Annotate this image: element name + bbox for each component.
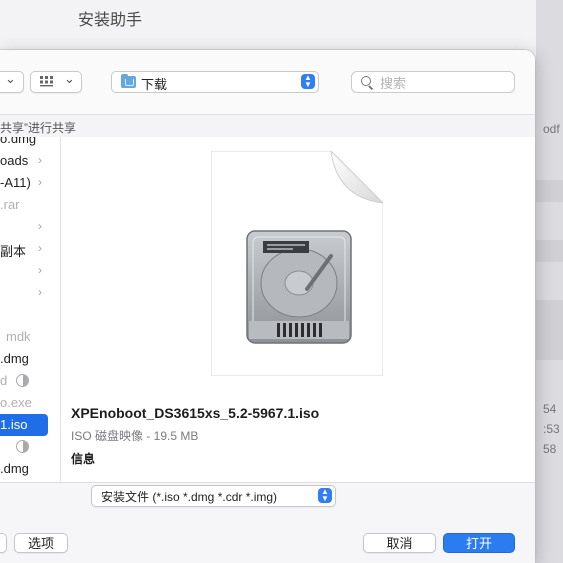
list-item-label: .dmg (0, 461, 29, 476)
location-label: 下载 (141, 77, 168, 92)
location-popup[interactable]: 下载 ▲ ▼ (111, 71, 319, 93)
list-item-label: .dmg (0, 351, 29, 366)
preview-file-meta: ISO 磁盘映像 - 19.5 MB (71, 429, 199, 443)
sharing-notice: 共享”进行共享 (0, 121, 76, 135)
chevron-right-icon: › (38, 263, 42, 277)
chevron-down-icon: ⌄ (64, 71, 75, 86)
dialog-footer: 安装文件 (*.iso *.dmg *.cdr *.img) ▲ ▼ 选项 取消 … (0, 482, 535, 563)
up-down-stepper-icon: ▲ ▼ (318, 488, 332, 503)
grid-view-icon (40, 76, 53, 87)
file-type-label: 安装文件 (*.iso *.dmg *.cdr *.img) (101, 490, 278, 504)
list-item[interactable]: › (0, 216, 60, 238)
file-type-popup[interactable]: 安装文件 (*.iso *.dmg *.cdr *.img) ▲ ▼ (91, 485, 336, 507)
chevron-right-icon: › (38, 285, 42, 299)
disk-image-file-icon (211, 151, 383, 376)
chevron-right-icon: › (38, 153, 42, 167)
search-icon (361, 76, 371, 86)
list-item[interactable]: o.dmg (0, 137, 60, 150)
options-button[interactable]: 选项 (14, 533, 68, 553)
open-button[interactable]: 打开 (443, 533, 515, 553)
list-item[interactable] (0, 436, 60, 458)
dialog-toolbar: ⌄ ⌄ 下载 ▲ ▼ (0, 50, 535, 114)
background-text: 58 (543, 442, 557, 456)
list-item-label: 1.iso (0, 417, 28, 432)
background-text: :53 (543, 422, 560, 436)
list-item-label: mdk (6, 329, 31, 344)
list-item[interactable]: › (0, 260, 60, 282)
list-item[interactable]: d (0, 370, 60, 392)
list-item-label: o.dmg (0, 137, 37, 146)
list-item-label: oads (0, 153, 29, 168)
file-preview-pane: XPEnoboot_DS3615xs_5.2-5967.1.iso ISO 磁盘… (61, 137, 535, 482)
list-item-label: -A11) (0, 175, 31, 190)
group-by-button[interactable]: ⌄ (30, 71, 82, 93)
file-browser-column: o.dmg oads › -A11) › .rar › 副本 › › › mdk .d… (0, 137, 61, 482)
list-item[interactable]: o.exe (0, 392, 60, 414)
background-app-edge: odf 54 :53 58 (536, 0, 563, 563)
info-heading: 信息 (71, 452, 96, 466)
back-forward-button[interactable]: ⌄ (0, 71, 24, 93)
open-file-dialog: ⌄ ⌄ 下载 ▲▼ 共享”进行共享 o.dmg oads › -A11) › .ra… (0, 50, 535, 563)
folder-icon (121, 74, 136, 88)
list-item[interactable]: 副本 › (0, 238, 60, 260)
search-field[interactable] (351, 71, 515, 93)
list-item[interactable]: › (0, 282, 60, 304)
sharing-notice-bar: 共享”进行共享 (0, 114, 535, 138)
list-item[interactable] (0, 304, 60, 326)
list-item-label: d (0, 373, 8, 388)
chevron-right-icon: › (38, 175, 42, 189)
list-item[interactable]: mdk (0, 326, 60, 348)
search-input[interactable] (378, 74, 507, 92)
list-item[interactable]: .rar (0, 194, 60, 216)
chevron-right-icon: › (38, 219, 42, 233)
icloud-sync-icon (16, 374, 29, 387)
list-item[interactable]: .dmg (0, 458, 60, 480)
icloud-sync-icon (16, 440, 29, 453)
list-item-label: 副本 (0, 244, 27, 259)
list-item[interactable]: oads › (0, 150, 60, 172)
sidebar-toggle-button[interactable] (0, 533, 7, 553)
list-item-selected[interactable]: 1.iso (0, 414, 48, 436)
up-down-stepper-icon: ▲ ▼ (301, 74, 315, 89)
preview-file-name: XPEnoboot_DS3615xs_5.2-5967.1.iso (71, 405, 320, 421)
chevron-down-icon: ⌄ (5, 71, 16, 86)
chevron-right-icon: › (38, 241, 42, 255)
window-title: 安装助手 (78, 12, 143, 29)
cancel-button[interactable]: 取消 (363, 533, 436, 553)
list-item[interactable]: -A11) › (0, 172, 60, 194)
list-item-label: .rar (0, 197, 20, 212)
background-text: odf (543, 122, 560, 136)
list-item-label: o.exe (0, 395, 32, 410)
list-item[interactable]: .dmg (0, 348, 60, 370)
background-text: 54 (543, 402, 557, 416)
